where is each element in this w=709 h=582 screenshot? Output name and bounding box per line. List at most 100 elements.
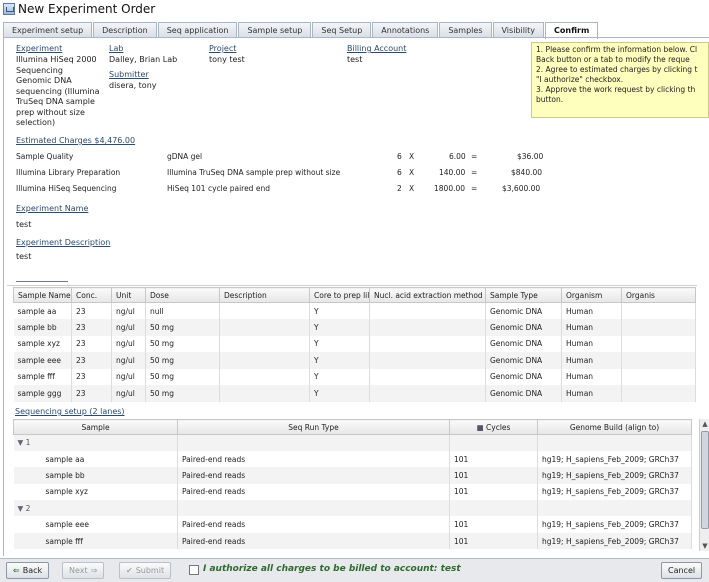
- column-header[interactable]: Sample: [13, 419, 178, 435]
- column-header[interactable]: Genome Build (align to): [537, 419, 692, 435]
- experiment-line: prep without size: [16, 107, 85, 117]
- submitter-label: Submitter: [109, 70, 149, 79]
- tab-seq-application[interactable]: Seq application: [157, 22, 238, 38]
- charge-equals: =: [471, 184, 478, 193]
- table-row[interactable]: sample bb 23 ng/ul 50 mg Y Genomic DNA Human: [13, 319, 696, 336]
- table-cell: [537, 500, 692, 517]
- table-row[interactable]: sample fff Paired-end reads 101 hg19; H_sap…: [13, 532, 692, 550]
- tab-description[interactable]: Description: [93, 22, 157, 38]
- billing-account-label: Billing Account: [347, 44, 407, 53]
- table-cell: [177, 500, 450, 517]
- sort-icon: ■: [476, 422, 487, 432]
- table-cell: 101: [449, 483, 538, 501]
- table-cell: Y: [309, 352, 370, 369]
- column-header[interactable]: ■ Cycles: [449, 419, 538, 435]
- scroll-thumb[interactable]: [701, 431, 709, 529]
- table-cell: 50 mg: [145, 385, 220, 402]
- authorize-checkbox[interactable]: [189, 565, 199, 575]
- column-header[interactable]: Organis: [621, 287, 696, 303]
- instruction-line: Back button or a tab to modify the reque: [536, 55, 690, 64]
- group-row[interactable]: ▼ 2: [13, 500, 692, 517]
- charge-quantity: 6: [397, 168, 402, 177]
- table-cell: null: [145, 302, 220, 319]
- next-button[interactable]: Next ⇒: [62, 562, 105, 579]
- table-row[interactable]: sample aa 23 ng/ul null Y Genomic DNA Human: [13, 302, 696, 319]
- footer-toolbar: ⇐ Back Next ⇒ ✔ Submit I authorize all char…: [0, 558, 709, 582]
- sequencing-scrollbar[interactable]: ▲ ▼: [699, 419, 709, 551]
- tab-visibility[interactable]: Visibility: [492, 22, 545, 38]
- tab-experiment-setup[interactable]: Experiment setup: [3, 22, 93, 38]
- tab-seq-setup[interactable]: Seq Setup: [312, 22, 372, 38]
- table-row[interactable]: sample xyz Paired-end reads 101 hg19; H_sap…: [13, 483, 692, 501]
- column-header[interactable]: Conc.: [71, 287, 112, 303]
- column-header[interactable]: Description: [219, 287, 310, 303]
- tab-samples[interactable]: Samples: [439, 22, 492, 38]
- scroll-down-icon[interactable]: ▼: [700, 541, 709, 551]
- column-header[interactable]: Dose: [145, 287, 220, 303]
- tab-annotations[interactable]: Annotations: [372, 22, 439, 38]
- column-header[interactable]: Organism: [561, 287, 622, 303]
- charge-quantity: 6: [397, 152, 402, 161]
- table-cell: sample fff: [13, 532, 178, 550]
- table-cell: hg19; H_sapiens_Feb_2009; GRCh37: [537, 467, 692, 484]
- column-header[interactable]: Core to prep lil: [309, 287, 370, 303]
- table-cell: [369, 385, 486, 402]
- column-header[interactable]: Sample Type: [485, 287, 562, 303]
- confirm-panel: Experiment Illumina HiSeq 2000 Sequencin…: [3, 38, 709, 556]
- tab-bar: Experiment setup Description Seq applica…: [3, 22, 599, 39]
- table-row[interactable]: sample xyz 23 ng/ul 50 mg Y Genomic DNA Human: [13, 335, 696, 352]
- charge-total: $36.00: [517, 152, 544, 161]
- table-row[interactable]: sample ggg 23 ng/ul 50 mg Y Genomic DNA Human: [13, 385, 696, 402]
- charge-row: Illumina HiSeq Sequencing HiSeq 101 cycl…: [16, 184, 556, 196]
- table-cell: ng/ul: [111, 319, 146, 336]
- table-cell: [219, 335, 310, 352]
- table-row[interactable]: sample eee 23 ng/ul 50 mg Y Genomic DNA Human: [13, 352, 696, 369]
- authorize-label: I authorize all charges to be billed to …: [203, 564, 461, 574]
- table-cell: hg19; H_sapiens_Feb_2009; GRCh37: [537, 450, 692, 468]
- table-cell: Paired-end reads: [177, 516, 450, 533]
- table-row[interactable]: sample aa Paired-end reads 101 hg19; H_sapi…: [13, 450, 692, 468]
- collapse-icon[interactable]: ▼: [18, 504, 26, 513]
- column-header[interactable]: Seq Run Type: [177, 419, 450, 435]
- table-cell: 101: [449, 450, 538, 468]
- tab-sample-setup[interactable]: Sample setup: [238, 22, 312, 38]
- experiment-line: Genomic DNA: [16, 76, 72, 85]
- table-cell: [369, 352, 486, 369]
- back-button-label: Back: [22, 566, 43, 575]
- table-row[interactable]: sample fff 23 ng/ul 50 mg Y Genomic DNA Human: [13, 368, 696, 385]
- submit-button[interactable]: ✔ Submit: [119, 562, 172, 579]
- column-header[interactable]: Nucl. acid extraction method: [369, 287, 486, 303]
- estimated-charges-label: Estimated Charges $4,476.00: [16, 136, 136, 145]
- sequencing-grid: Sample Seq Run Type ■ Cycles Genome Buil…: [13, 419, 692, 550]
- table-cell: Human: [561, 352, 622, 369]
- table-cell: ▼ 2: [13, 500, 178, 517]
- table-cell: sample xyz: [13, 335, 72, 352]
- table-cell: sample xyz: [13, 483, 178, 501]
- charge-times: X: [409, 184, 415, 193]
- scroll-up-icon[interactable]: ▲: [700, 419, 709, 429]
- project-value: tony test: [209, 55, 245, 64]
- table-cell: [621, 335, 696, 352]
- table-cell: Genomic DNA: [485, 319, 562, 336]
- experiment-order-icon: [3, 3, 15, 15]
- back-button[interactable]: ⇐ Back: [6, 562, 50, 579]
- column-header[interactable]: Unit: [111, 287, 146, 303]
- table-row[interactable]: sample eee Paired-end reads 101 hg19; H_sap…: [13, 516, 692, 533]
- cancel-button[interactable]: Cancel: [661, 562, 703, 579]
- collapse-icon[interactable]: ▼: [18, 438, 26, 447]
- table-row[interactable]: sample bb Paired-end reads 101 hg19; H_sapi…: [13, 467, 692, 484]
- charge-description: HiSeq 101 cycle paired end: [167, 184, 270, 193]
- instruction-line: 2. Agree to estimated charges by clickin…: [536, 65, 698, 74]
- table-cell: sample fff: [13, 368, 72, 385]
- table-cell: Genomic DNA: [485, 335, 562, 352]
- table-cell: 50 mg: [145, 368, 220, 385]
- table-cell: [621, 302, 696, 319]
- table-cell: Paired-end reads: [177, 532, 450, 550]
- group-row[interactable]: ▼ 1: [13, 434, 692, 451]
- table-cell: Genomic DNA: [485, 368, 562, 385]
- table-cell: [369, 319, 486, 336]
- table-cell: 23: [71, 335, 112, 352]
- table-cell: [219, 302, 310, 319]
- column-header[interactable]: Sample Name: [13, 287, 72, 303]
- table-cell: sample aa: [13, 450, 178, 468]
